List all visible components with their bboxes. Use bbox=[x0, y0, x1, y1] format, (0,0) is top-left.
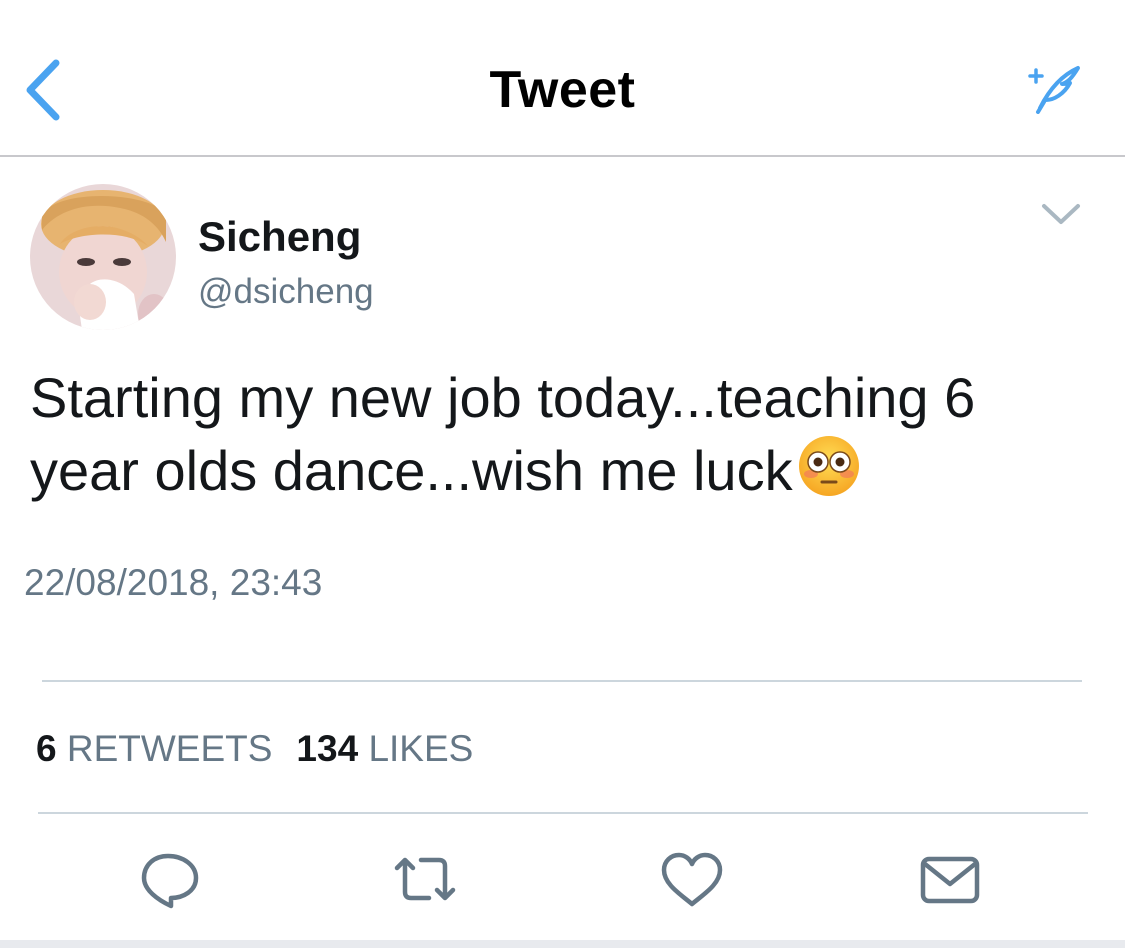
heart-icon bbox=[661, 852, 723, 907]
avatar[interactable] bbox=[30, 184, 176, 330]
tweet-text-line-content: year olds dance...wish me luck bbox=[30, 439, 793, 502]
avatar-image bbox=[30, 184, 176, 330]
navigation-bar: Tweet bbox=[0, 0, 1125, 155]
retweets-stat[interactable]: 6 RETWEETS bbox=[36, 728, 272, 769]
retweets-count: 6 bbox=[36, 728, 57, 769]
envelope-icon bbox=[920, 856, 980, 904]
author-name[interactable]: Sicheng bbox=[198, 213, 361, 261]
tweet-timestamp: 22/08/2018, 23:43 bbox=[24, 562, 323, 603]
retweet-button[interactable] bbox=[393, 848, 457, 912]
chevron-down-icon bbox=[1042, 204, 1080, 224]
compose-feather-icon bbox=[1028, 66, 1080, 114]
likes-label: LIKES bbox=[368, 728, 474, 769]
page-title: Tweet bbox=[489, 61, 636, 119]
tweet-text-line: year olds dance...wish me luck bbox=[30, 434, 1110, 507]
retweet-icon bbox=[394, 857, 456, 901]
bottom-border bbox=[0, 940, 1125, 948]
retweets-label: RETWEETS bbox=[66, 728, 273, 769]
divider bbox=[42, 680, 1082, 682]
tweet-stats: 6 RETWEETS 134 LIKES bbox=[36, 728, 473, 770]
likes-count: 134 bbox=[296, 728, 359, 769]
reply-button[interactable] bbox=[138, 848, 202, 912]
compose-button[interactable] bbox=[1022, 62, 1084, 114]
like-button[interactable] bbox=[660, 848, 724, 912]
tweet-text: Starting my new job today...teaching 6 y… bbox=[30, 362, 1110, 507]
author-handle[interactable]: @dsicheng bbox=[198, 272, 374, 312]
tweet-text-line: Starting my new job today...teaching 6 bbox=[30, 366, 976, 429]
flushed-face-emoji bbox=[798, 436, 859, 496]
reply-icon bbox=[141, 853, 199, 909]
likes-stat[interactable]: 134 LIKES bbox=[296, 728, 473, 769]
divider bbox=[38, 812, 1088, 814]
more-options-button[interactable] bbox=[1038, 198, 1084, 230]
direct-message-button[interactable] bbox=[918, 848, 982, 912]
header-divider bbox=[0, 155, 1125, 157]
